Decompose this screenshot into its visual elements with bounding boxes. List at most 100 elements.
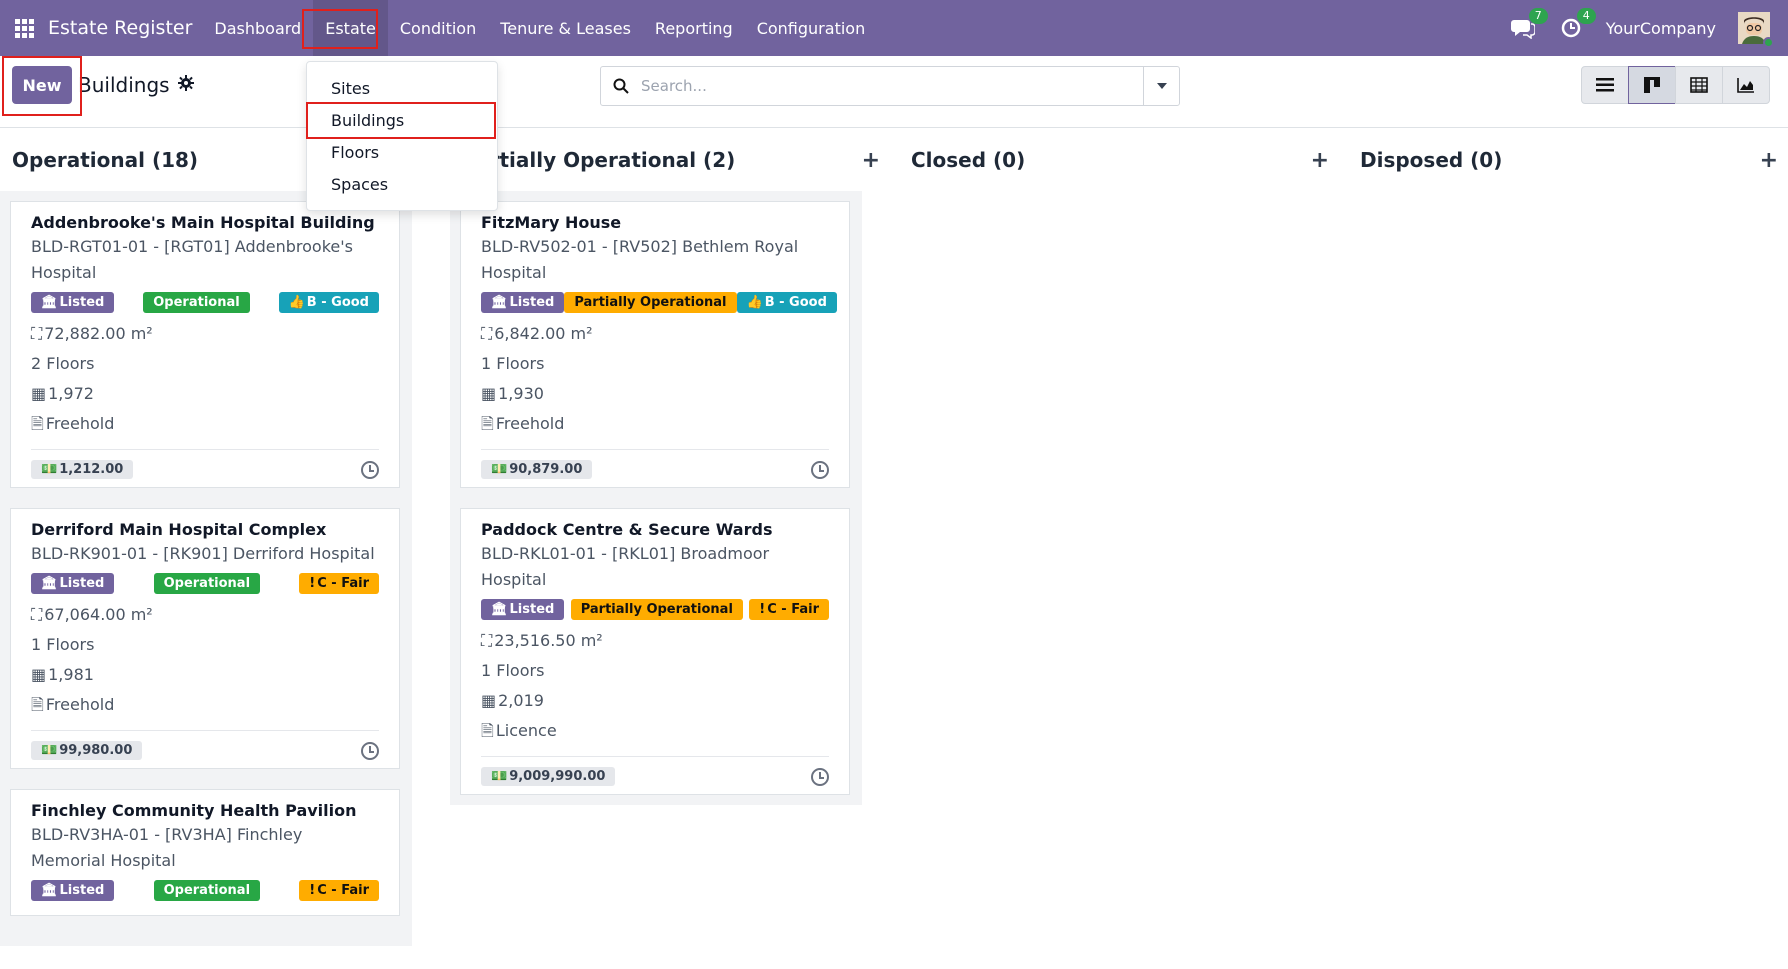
pivot-view-button[interactable] xyxy=(1675,66,1723,104)
menu-reporting[interactable]: Reporting xyxy=(643,0,745,56)
card-tags: 🏛 Listed Partially Operational ! C - Fair xyxy=(481,599,829,620)
document-icon: 🗎 xyxy=(31,414,44,433)
column-cards: FitzMary House BLD-RV502-01 - [RV502] Be… xyxy=(450,191,862,805)
status-badge: Operational xyxy=(153,880,261,901)
card-title: Derriford Main Hospital Complex xyxy=(31,520,327,539)
activities-icon[interactable]: 4 xyxy=(1558,8,1596,41)
listed-badge: 🏛 Listed xyxy=(481,292,565,313)
gear-icon[interactable] xyxy=(177,75,194,95)
menu-configuration[interactable]: Configuration xyxy=(745,0,878,56)
clock-icon[interactable] xyxy=(811,460,829,479)
menu-tenure-leases[interactable]: Tenure & Leases xyxy=(488,0,643,56)
menu-condition[interactable]: Condition xyxy=(388,0,488,56)
card-reference: BLD-RGT01-01 - [RGT01] Addenbrooke's Hos… xyxy=(31,237,353,282)
institution-icon: 🏛 xyxy=(41,883,58,898)
dropdown-item-sites[interactable]: Sites xyxy=(307,72,497,104)
kanban-card[interactable]: FitzMary House BLD-RV502-01 - [RV502] Be… xyxy=(460,201,850,488)
search-bar xyxy=(600,66,1180,106)
menu-dashboard[interactable]: Dashboard xyxy=(202,0,313,56)
year-field: ▦ 1,930 xyxy=(481,379,829,409)
card-reference: BLD-RK901-01 - [RK901] Derriford Hospita… xyxy=(31,544,375,563)
kanban-column-operational: Operational (18) + Addenbrooke's Main Ho… xyxy=(0,129,440,969)
status-badge: Partially Operational xyxy=(564,292,737,313)
status-badge: Operational xyxy=(143,292,250,313)
list-view-button[interactable] xyxy=(1581,66,1629,104)
thumbs-up-icon: 👍 xyxy=(746,295,763,310)
kanban-board: Operational (18) + Addenbrooke's Main Ho… xyxy=(0,129,1788,969)
breadcrumb: Buildings xyxy=(78,73,194,97)
expand-icon: ⛶ xyxy=(31,324,43,343)
condition-badge: 👍 B - Good xyxy=(736,292,837,313)
new-button[interactable]: New xyxy=(12,66,72,104)
messages-icon[interactable]: 7 xyxy=(1510,8,1548,41)
column-header: Closed (0) + xyxy=(911,145,1329,175)
tenure-field: 🗎 Freehold xyxy=(31,690,379,720)
dropdown-item-spaces[interactable]: Spaces xyxy=(307,168,497,200)
card-footer: 💵 9,009,990.00 xyxy=(481,756,829,786)
menu-estate[interactable]: Estate xyxy=(313,0,388,56)
card-reference: BLD-RKL01-01 - [RKL01] Broadmoor Hospita… xyxy=(481,544,770,589)
app-brand[interactable]: Estate Register xyxy=(48,17,192,39)
column-title: Partially Operational (2) xyxy=(462,148,736,172)
listed-badge: 🏛 Listed xyxy=(31,880,115,901)
kanban-view-button[interactable] xyxy=(1628,66,1676,104)
card-title: Paddock Centre & Secure Wards xyxy=(481,520,773,539)
institution-icon: 🏛 xyxy=(41,576,58,591)
activities-count-badge: 4 xyxy=(1576,8,1596,24)
card-tags: 🏛 Listed Operational ! C - Fair xyxy=(31,880,379,901)
year-field: ▦ 2,019 xyxy=(481,686,829,716)
expand-icon: ⛶ xyxy=(31,605,43,624)
estate-dropdown-menu: Sites Buildings Floors Spaces xyxy=(306,61,498,211)
institution-icon: 🏛 xyxy=(491,295,508,310)
calendar-icon: ▦ xyxy=(481,384,497,403)
add-record-plus-icon[interactable]: + xyxy=(1760,148,1778,173)
kanban-card[interactable]: Finchley Community Health Pavilion BLD-R… xyxy=(10,789,400,916)
user-avatar[interactable] xyxy=(1738,12,1774,48)
condition-badge: ! C - Fair xyxy=(299,573,379,594)
tenure-field: 🗎 Licence xyxy=(481,716,829,746)
condition-badge: 👍 B - Good xyxy=(278,292,379,313)
company-switcher[interactable]: YourCompany xyxy=(1606,19,1716,38)
search-options-toggle[interactable] xyxy=(1143,67,1179,105)
tenure-field: 🗎 Freehold xyxy=(31,409,379,439)
area-field: ⛶ 23,516.50 m² xyxy=(481,626,829,656)
kanban-card[interactable]: Derriford Main Hospital Complex BLD-RK90… xyxy=(10,508,400,769)
document-icon: 🗎 xyxy=(31,695,44,714)
year-field: ▦ 1,972 xyxy=(31,379,379,409)
document-icon: 🗎 xyxy=(481,721,494,740)
kanban-column-partially-operational: Partially Operational (2) + FitzMary Hou… xyxy=(450,129,890,969)
top-navbar: Estate Register Dashboard Estate Conditi… xyxy=(0,0,1788,56)
card-title: Addenbrooke's Main Hospital Building xyxy=(31,213,375,232)
column-title: Operational (18) xyxy=(12,148,199,172)
column-cards: Addenbrooke's Main Hospital Building BLD… xyxy=(0,191,412,946)
clock-icon[interactable] xyxy=(361,741,379,760)
card-footer: 💵 1,212.00 xyxy=(31,449,379,479)
card-reference: BLD-RV3HA-01 - [RV3HA] Finchley Memorial… xyxy=(31,825,303,870)
kanban-card[interactable]: Addenbrooke's Main Hospital Building BLD… xyxy=(10,201,400,488)
floors-field: 2 Floors xyxy=(31,354,95,373)
dropdown-item-buildings[interactable]: Buildings xyxy=(307,104,497,136)
search-input[interactable] xyxy=(641,77,1143,95)
dropdown-item-floors[interactable]: Floors xyxy=(307,136,497,168)
clock-icon[interactable] xyxy=(811,767,829,786)
card-title: FitzMary House xyxy=(481,213,622,232)
calendar-icon: ▦ xyxy=(31,384,47,403)
apps-menu-icon[interactable] xyxy=(0,0,48,56)
add-record-plus-icon[interactable]: + xyxy=(1311,148,1329,173)
online-status-dot xyxy=(1763,37,1774,48)
institution-icon: 🏛 xyxy=(491,602,508,617)
exclamation-icon: ! xyxy=(309,576,316,591)
listed-badge: 🏛 Listed xyxy=(481,599,565,620)
area-field: ⛶ 72,882.00 m² xyxy=(31,319,379,349)
area-field: ⛶ 6,842.00 m² xyxy=(481,319,829,349)
document-icon: 🗎 xyxy=(481,414,494,433)
graph-view-button[interactable] xyxy=(1722,66,1770,104)
money-icon: 💵 xyxy=(41,743,58,758)
card-tags: 🏛 Listed Operational ! C - Fair xyxy=(31,573,379,594)
clock-icon[interactable] xyxy=(361,460,379,479)
status-badge: Operational xyxy=(153,573,261,594)
add-record-plus-icon[interactable]: + xyxy=(862,148,880,173)
kanban-card[interactable]: Paddock Centre & Secure Wards BLD-RKL01-… xyxy=(460,508,850,795)
year-field: ▦ 1,981 xyxy=(31,660,379,690)
amount-badge: 💵 1,212.00 xyxy=(31,460,134,479)
